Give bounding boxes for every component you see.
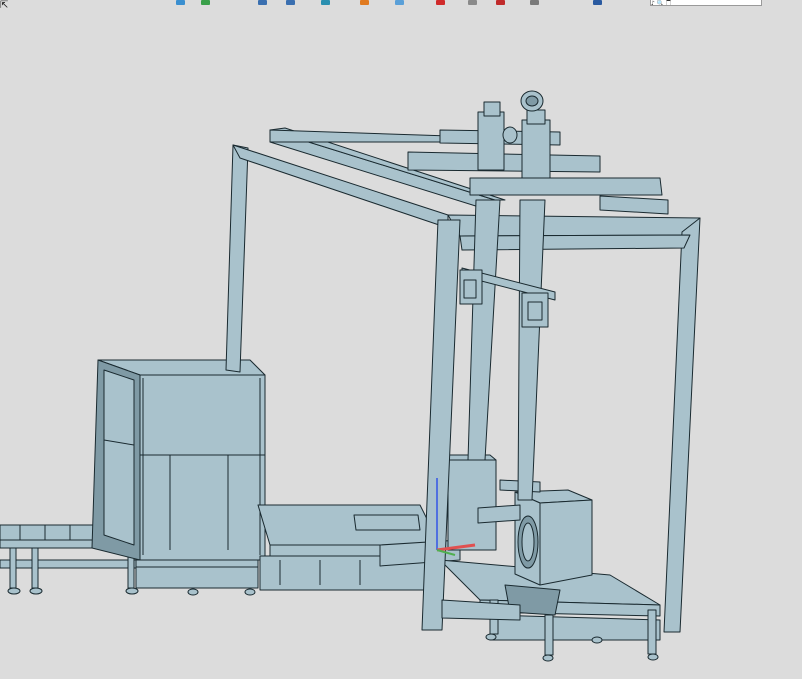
- cad-viewport[interactable]: [0, 0, 802, 679]
- washing-machine-workpiece: [514, 489, 593, 586]
- gantry-assembly-model[interactable]: [0, 90, 701, 662]
- drive-motors: [407, 90, 601, 179]
